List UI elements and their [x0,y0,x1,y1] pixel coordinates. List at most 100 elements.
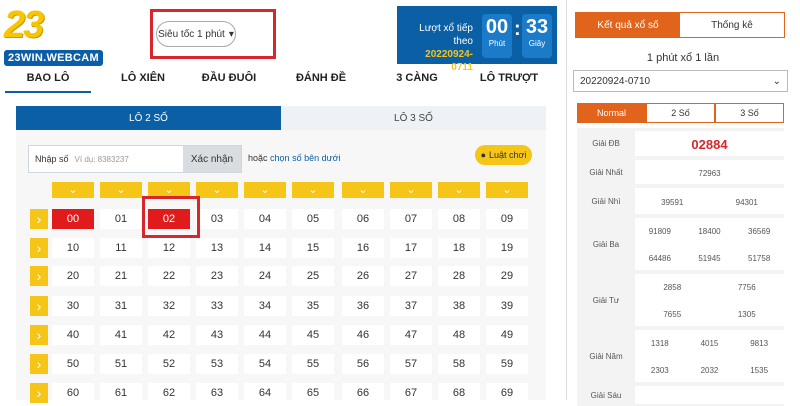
number-cell[interactable]: 19 [486,238,528,258]
number-cell[interactable]: 53 [196,354,238,374]
number-cell[interactable]: 62 [148,383,190,403]
number-cell[interactable]: 45 [292,325,334,345]
number-cell[interactable]: 11 [100,238,142,258]
number-cell[interactable]: 08 [438,209,480,229]
row-select-button[interactable]: › [30,354,48,374]
speed-select[interactable]: Siêu tốc 1 phút ▾ [156,21,236,47]
number-cell[interactable]: 18 [438,238,480,258]
number-cell[interactable]: 57 [390,354,432,374]
column-select-button[interactable]: ⌄ [438,182,480,198]
number-cell[interactable]: 32 [148,296,190,316]
number-cell[interactable]: 64 [244,383,286,403]
number-cell[interactable]: 07 [390,209,432,229]
number-cell[interactable]: 36 [342,296,384,316]
number-cell[interactable]: 22 [148,266,190,286]
column-select-button[interactable]: ⌄ [244,182,286,198]
number-cell[interactable]: 63 [196,383,238,403]
column-select-button[interactable]: ⌄ [292,182,334,198]
row-select-button[interactable]: › [30,296,48,316]
number-cell[interactable]: 15 [292,238,334,258]
number-cell[interactable]: 60 [52,383,94,403]
number-cell[interactable]: 47 [390,325,432,345]
number-cell[interactable]: 04 [244,209,286,229]
number-cell[interactable]: 41 [100,325,142,345]
number-cell[interactable]: 46 [342,325,384,345]
rules-button[interactable]: ● Luật chơi [475,145,532,165]
number-cell[interactable]: 48 [438,325,480,345]
tab-bao-lo[interactable]: BAO LÔ [5,72,91,92]
number-cell[interactable]: 65 [292,383,334,403]
confirm-button[interactable]: Xác nhận [183,146,241,172]
number-cell[interactable]: 31 [100,296,142,316]
number-cell[interactable]: 23 [196,266,238,286]
number-cell[interactable]: 34 [244,296,286,316]
row-select-button[interactable]: › [30,266,48,286]
number-cell[interactable]: 43 [196,325,238,345]
number-cell[interactable]: 54 [244,354,286,374]
number-cell[interactable]: 55 [292,354,334,374]
column-select-button[interactable]: ⌄ [342,182,384,198]
number-cell[interactable]: 24 [244,266,286,286]
tab-statistics[interactable]: Thống kê [680,13,784,37]
number-cell[interactable]: 69 [486,383,528,403]
number-cell[interactable]: 33 [196,296,238,316]
tab-lo-3-so[interactable]: LÔ 3 SỐ [281,106,546,130]
number-cell[interactable]: 10 [52,238,94,258]
number-cell[interactable]: 28 [438,266,480,286]
row-select-button[interactable]: › [30,238,48,258]
number-cell[interactable]: 67 [390,383,432,403]
number-cell[interactable]: 06 [342,209,384,229]
row-select-button[interactable]: › [30,383,48,403]
number-cell[interactable]: 27 [390,266,432,286]
number-cell[interactable]: 09 [486,209,528,229]
mode-normal[interactable]: Normal [577,103,646,123]
number-cell[interactable]: 00 [52,209,94,229]
tab-lo-2-so[interactable]: LÔ 2 SỐ [16,106,281,130]
tab-lo-truot[interactable]: LÔ TRƯỢT [466,72,552,92]
number-cell[interactable]: 26 [342,266,384,286]
number-cell[interactable]: 17 [390,238,432,258]
number-cell[interactable]: 16 [342,238,384,258]
tab-3-cang[interactable]: 3 CÀNG [372,72,462,92]
number-cell[interactable]: 58 [438,354,480,374]
number-cell[interactable]: 35 [292,296,334,316]
number-cell[interactable]: 61 [100,383,142,403]
number-cell[interactable]: 42 [148,325,190,345]
number-cell[interactable]: 12 [148,238,190,258]
number-cell[interactable]: 39 [486,296,528,316]
number-cell[interactable]: 30 [52,296,94,316]
number-cell[interactable]: 01 [100,209,142,229]
tab-danh-de[interactable]: ĐÁNH ĐỀ [276,72,366,92]
number-cell[interactable]: 49 [486,325,528,345]
tab-dau-duoi[interactable]: ĐẦU ĐUÔI [186,72,272,92]
number-cell[interactable]: 21 [100,266,142,286]
column-select-button[interactable]: ⌄ [196,182,238,198]
mode-3-so[interactable]: 3 Số [715,103,784,123]
number-cell[interactable]: 44 [244,325,286,345]
number-cell[interactable]: 29 [486,266,528,286]
number-cell[interactable]: 51 [100,354,142,374]
number-cell[interactable]: 38 [438,296,480,316]
number-cell[interactable]: 37 [390,296,432,316]
number-input-field[interactable]: Ví dụ: 8383237 [75,146,183,172]
row-select-button[interactable]: › [30,325,48,345]
number-cell[interactable]: 40 [52,325,94,345]
column-select-button[interactable]: ⌄ [100,182,142,198]
number-cell[interactable]: 50 [52,354,94,374]
tab-lo-xien[interactable]: LÔ XIÊN [100,72,186,92]
number-cell[interactable]: 20 [52,266,94,286]
number-cell[interactable]: 03 [196,209,238,229]
number-cell[interactable]: 59 [486,354,528,374]
number-cell[interactable]: 66 [342,383,384,403]
number-cell[interactable]: 05 [292,209,334,229]
number-cell[interactable]: 52 [148,354,190,374]
draw-select[interactable]: 20220924-0710 ⌄ [573,70,788,92]
tab-results[interactable]: Kết quả xổ số [576,13,680,37]
number-cell[interactable]: 68 [438,383,480,403]
column-select-button[interactable]: ⌄ [52,182,94,198]
number-cell[interactable]: 56 [342,354,384,374]
number-cell[interactable]: 14 [244,238,286,258]
site-logo[interactable]: 23 23WIN.WEBCAM [0,0,140,70]
row-select-button[interactable]: › [30,209,48,229]
mode-2-so[interactable]: 2 Số [646,103,715,123]
